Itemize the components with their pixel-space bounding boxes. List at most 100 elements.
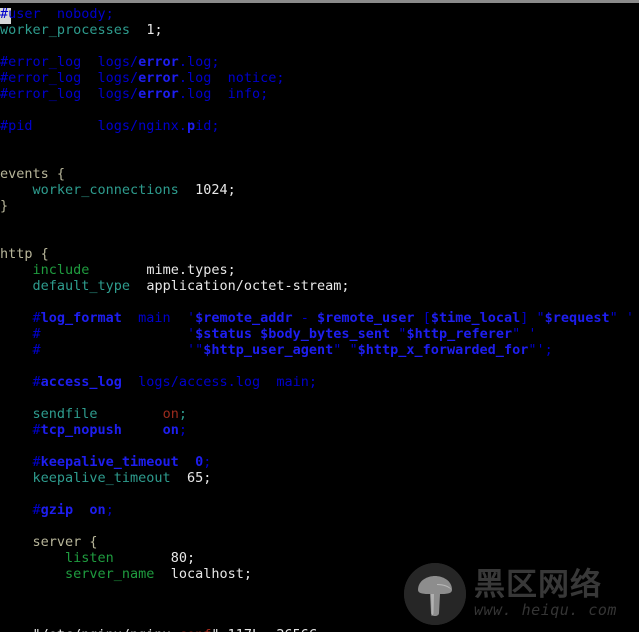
code-token: #error_log logs/ (0, 86, 139, 102)
code-line: #keepalive_timeout 0; (0, 454, 639, 470)
code-token: $http_referer (406, 326, 513, 342)
code-token: ; (178, 406, 187, 422)
code-token: p (186, 118, 196, 134)
code-line: keepalive_timeout 65; (0, 470, 639, 486)
code-token: server_name (65, 566, 155, 582)
code-token: server { (32, 534, 98, 550)
code-line: listen 80; (0, 550, 639, 566)
status-file-prefix: "/etc/nginx/nginx. (33, 627, 179, 632)
code-line: #tcp_nopush on; (0, 422, 639, 438)
code-line: events { (0, 166, 639, 182)
code-token: 0 (195, 454, 204, 470)
code-token: main ' (121, 310, 196, 326)
code-token: $request (544, 310, 610, 326)
code-token: $time_local (430, 310, 521, 326)
code-line: server { (0, 534, 639, 550)
code-line: #error_log logs/error.log info; (0, 86, 639, 102)
code-line: #pid logs/nginx.pid; (0, 118, 639, 134)
editor-text-area[interactable]: #user nobody; worker_processes 1; #error_… (0, 6, 639, 582)
code-token: $http_x_forwarded_for (357, 342, 529, 358)
code-token: # (0, 342, 41, 358)
code-token: [ (414, 310, 431, 326)
code-token: } (0, 198, 9, 214)
code-token: $status (195, 326, 252, 342)
code-token: - (292, 310, 318, 326)
code-line: worker_processes 1; (0, 22, 639, 38)
code-token: .log notice; (178, 70, 285, 86)
code-token: 80; (170, 550, 196, 566)
code-token: listen (65, 550, 114, 566)
code-token: .log; (178, 54, 220, 70)
code-token: #error_log logs/ (0, 54, 139, 70)
code-token: #error_log logs/ (0, 70, 139, 86)
code-token: ] " (520, 310, 545, 326)
code-line: # '"$http_user_agent" "$http_x_forwarded… (0, 342, 639, 358)
code-token: error (138, 86, 179, 102)
code-token: " ' (609, 310, 635, 326)
code-token: # (0, 310, 41, 326)
code-token: default_type (32, 278, 131, 294)
code-token: 1; (146, 22, 163, 38)
code-token: keepalive_timeout (40, 454, 179, 470)
code-line: #error_log logs/error.log notice; (0, 70, 639, 86)
code-token: $body_bytes_sent (260, 326, 391, 342)
code-token: tcp_nopush (40, 422, 122, 438)
code-token: $remote_user (317, 310, 415, 326)
terminal-screen: #user nobody; worker_processes 1; #error_… (0, 0, 639, 632)
code-token: sendfile (32, 406, 98, 422)
code-token: $http_user_agent (203, 342, 334, 358)
code-token: worker_processes (0, 22, 131, 38)
code-token: # (0, 502, 41, 518)
code-token: ; (203, 454, 212, 470)
code-token: " ' (512, 326, 537, 342)
code-token: #pid logs/nginx. (0, 118, 187, 134)
code-token: events { (0, 166, 66, 182)
code-token: " " (333, 342, 358, 358)
code-token: id; (195, 118, 220, 134)
code-line: http { (0, 246, 639, 262)
code-line: default_type application/octet-stream; (0, 278, 639, 294)
code-token: ' (40, 326, 196, 342)
code-line: #access_log logs/access.log main; (0, 374, 639, 390)
code-token: " (390, 326, 407, 342)
code-token: include (32, 262, 90, 278)
code-line: sendfile on; (0, 406, 639, 422)
code-token: # (0, 374, 41, 390)
code-token: on (162, 406, 179, 422)
status-file-suffix: " 117L, 2656C (211, 627, 317, 632)
code-token: on (89, 502, 106, 518)
vim-status-line: "/etc/nginx/nginx.conf" 117L, 2656C (0, 608, 639, 632)
code-token: ; (105, 502, 114, 518)
status-file-extension: conf (179, 627, 212, 632)
code-token: mime.types; (146, 262, 236, 278)
code-token: # (0, 454, 41, 470)
code-token: access_log (40, 374, 122, 390)
code-token: keepalive_timeout (32, 470, 171, 486)
code-line: } (0, 198, 639, 214)
code-token: application/octet-stream; (146, 278, 350, 294)
code-token: ; (178, 422, 187, 438)
code-token: log_format (40, 310, 122, 326)
code-token: $remote_addr (195, 310, 293, 326)
